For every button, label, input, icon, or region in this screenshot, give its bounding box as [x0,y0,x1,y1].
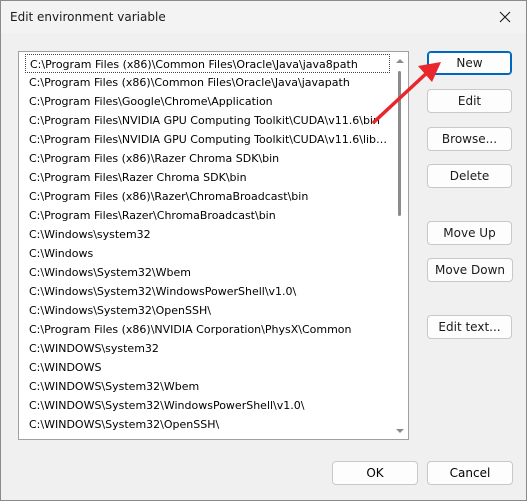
browse-button[interactable]: Browse... [427,127,512,151]
path-list-item-selected[interactable]: C:\Program Files (x86)\Common Files\Orac… [25,54,390,73]
path-list-item[interactable]: C:\Program Files\NVIDIA GPU Computing To… [25,111,390,130]
edit-button[interactable]: Edit [427,89,512,113]
scroll-down-button[interactable] [393,425,407,437]
vertical-scrollbar[interactable] [393,53,407,438]
edit-text-button[interactable]: Edit text... [427,315,512,339]
path-list-item[interactable]: C:\WINDOWS\System32\OpenSSH\ [25,415,390,434]
path-list-item[interactable]: C:\Windows\System32\Wbem [25,263,390,282]
path-list-item[interactable]: C:\Program Files (x86)\Common Files\Orac… [25,73,390,92]
scrollbar-thumb[interactable] [398,71,401,216]
scroll-up-icon [396,59,404,63]
scroll-up-button[interactable] [393,55,407,67]
path-list-item[interactable]: C:\WINDOWS [25,358,390,377]
delete-button[interactable]: Delete [427,164,512,188]
window-title: Edit environment variable [10,10,166,24]
path-list-items: C:\Program Files (x86)\Common Files\Orac… [19,52,408,439]
path-list-item[interactable]: C:\WINDOWS\System32\WindowsPowerShell\v1… [25,396,390,415]
new-button[interactable]: New [427,51,512,75]
path-list-item[interactable]: C:\WINDOWS\System32\Wbem [25,377,390,396]
move-up-button[interactable]: Move Up [427,221,512,245]
path-list-item[interactable]: C:\Program Files\Google\Chrome\Applicati… [25,92,390,111]
close-icon [499,11,511,23]
path-list-item[interactable]: C:\Program Files (x86)\NVIDIA Corporatio… [25,320,390,339]
path-list-item[interactable]: C:\WINDOWS\system32 [25,339,390,358]
edit-environment-variable-dialog: Edit environment variable C:\Program Fil… [0,0,527,501]
path-list-item[interactable]: C:\Program Files (x86)\Razer Chroma SDK\… [25,149,390,168]
path-list-item[interactable]: C:\Windows [25,244,390,263]
title-bar: Edit environment variable [1,1,526,33]
move-down-button[interactable]: Move Down [427,258,513,282]
path-list-item[interactable]: C:\Program Files\NVIDIA GPU Computing To… [25,130,390,149]
path-list-item[interactable]: C:\Program Files (x86)\Razer\ChromaBroad… [25,187,390,206]
path-list-item[interactable]: C:\Program Files\Git\cmd [25,434,390,439]
scroll-down-icon [396,429,404,433]
path-list-item[interactable]: C:\Windows\system32 [25,225,390,244]
path-list-item[interactable]: C:\Program Files\Razer\ChromaBroadcast\b… [25,206,390,225]
ok-button[interactable]: OK [332,461,418,485]
path-list-item[interactable]: C:\Program Files\Razer Chroma SDK\bin [25,168,390,187]
close-button[interactable] [487,4,523,30]
path-list[interactable]: C:\Program Files (x86)\Common Files\Orac… [18,51,409,440]
cancel-button[interactable]: Cancel [427,461,513,485]
path-list-item[interactable]: C:\Windows\System32\OpenSSH\ [25,301,390,320]
path-list-item[interactable]: C:\Windows\System32\WindowsPowerShell\v1… [25,282,390,301]
